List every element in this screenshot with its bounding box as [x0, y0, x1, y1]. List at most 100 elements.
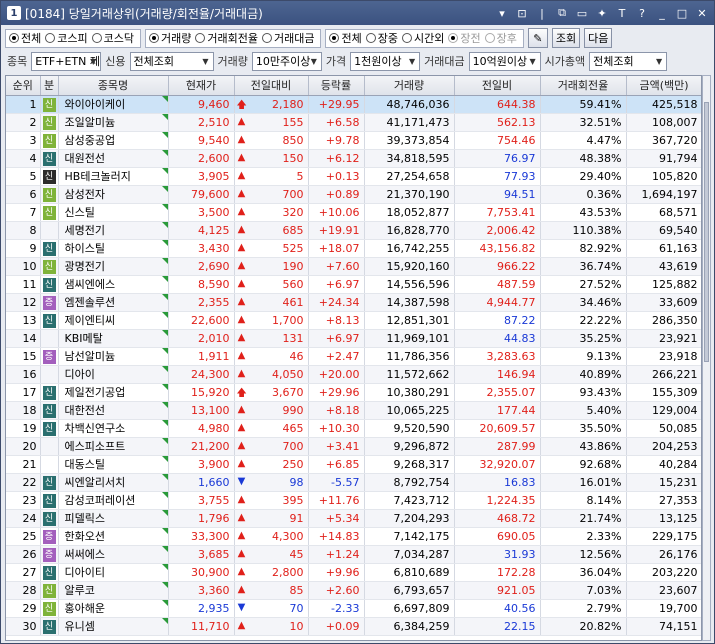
table-row[interactable]: 12 증 엠젠솔루션 2,355 ▲ 461 +24.34 14,387,598 4,944.7…: [6, 293, 701, 312]
table-row[interactable]: 21 대동스틸 3,900 ▲ 250 +6.85 9,268,317 32,920.07 92…: [6, 455, 701, 474]
table-row[interactable]: 11 신 샘씨엔에스 8,590 ▲ 560 +6.97 14,556,596 487.59 27…: [6, 275, 701, 294]
table-row[interactable]: 19 신 차백신연구소 4,980 ▲ 465 +10.30 9,520,590 20,609.…: [6, 419, 701, 438]
column-header[interactable]: 거래회전율: [540, 76, 627, 96]
mcap-select[interactable]: 전체조회 ▼: [589, 51, 668, 71]
column-header[interactable]: 전일대비: [234, 76, 309, 96]
bracket-icon[interactable]: |: [534, 5, 550, 21]
column-header[interactable]: 순위: [6, 76, 41, 96]
column-header[interactable]: 분: [40, 76, 59, 96]
stock-name-cell[interactable]: 신스틸: [58, 203, 169, 222]
stock-name-cell[interactable]: 홍아해운: [58, 599, 169, 618]
table-row[interactable]: 20 에스피소프트 21,200 ▲ 700 +3.41 9,296,872 287.99 43…: [6, 437, 701, 456]
stock-name-cell[interactable]: 디아이티: [58, 563, 169, 582]
table-row[interactable]: 17 신 제일전기공업 15,920 🡅 3,670 +29.96 10,380,291 2,3…: [6, 383, 701, 402]
table-row[interactable]: 10 신 광명전기 2,690 ▲ 190 +7.60 15,920,160 966.22 36.…: [6, 257, 701, 276]
scrollbar-thumb[interactable]: [704, 102, 709, 362]
title-bar[interactable]: 1 [0184] 당일거래상위(거래량/회전율/거래대금) ▾ ⊡ | ⧉ ▭ …: [1, 1, 714, 25]
table-row[interactable]: 22 신 씨엔알리서치 1,660 ▼ 98 -5.57 8,792,754 16.83 16.0…: [6, 473, 701, 492]
column-header[interactable]: 종목명: [58, 76, 169, 96]
stock-name-cell[interactable]: 에스피소프트: [58, 437, 169, 456]
session-radio-0[interactable]: 전체: [329, 30, 362, 46]
table-row[interactable]: 28 신 알루코 3,360 ▲ 85 +2.60 6,793,657 921.05 7.03% 2…: [6, 581, 701, 600]
stock-name-cell[interactable]: 남선알미늄: [58, 347, 169, 366]
stock-name-cell[interactable]: 차백신연구소: [58, 419, 169, 438]
pen-button[interactable]: ✎: [527, 28, 548, 48]
stock-name-cell[interactable]: 대원전선: [58, 149, 169, 168]
table-row[interactable]: 23 신 감성코퍼레이션 3,755 ▲ 395 +11.76 7,423,712 1,224.…: [6, 491, 701, 510]
stock-name-cell[interactable]: 알루코: [58, 581, 169, 600]
minimize-icon[interactable]: _: [654, 5, 670, 21]
query-button[interactable]: 조회: [551, 28, 581, 48]
stock-name-cell[interactable]: 피델릭스: [58, 509, 169, 528]
table-row[interactable]: 15 증 남선알미늄 1,911 ▲ 46 +2.47 11,786,356 3,283.63 9…: [6, 347, 701, 366]
market-radio-1[interactable]: 코스피: [45, 30, 88, 46]
table-row[interactable]: 25 증 한화오션 33,300 ▲ 4,300 +14.83 7,142,175 690.05…: [6, 527, 701, 546]
sort-radio-2[interactable]: 거래대금: [261, 30, 314, 46]
volume-select[interactable]: 10만주이상 ▼: [251, 51, 322, 71]
market-radio-2[interactable]: 코스닥: [91, 30, 134, 46]
help-icon[interactable]: ?: [634, 5, 650, 21]
link-icon[interactable]: ⧉: [554, 5, 570, 21]
column-header[interactable]: 전일비: [454, 76, 541, 96]
dropdown-icon[interactable]: ▾: [494, 5, 510, 21]
table-row[interactable]: 13 신 제이엔티씨 22,600 ▲ 1,700 +8.13 12,851,301 87.22…: [6, 311, 701, 330]
stock-name-cell[interactable]: 삼성중공업: [58, 131, 169, 150]
market-radio-0[interactable]: 전체: [9, 30, 41, 46]
stock-name-cell[interactable]: 광명전기: [58, 257, 169, 276]
vertical-scrollbar[interactable]: [702, 75, 711, 641]
stock-name-cell[interactable]: 써써에스: [58, 545, 169, 564]
table-row[interactable]: 16 디아이 24,300 ▲ 4,050 +20.00 11,572,662 146.94 4…: [6, 365, 701, 384]
table-row[interactable]: 8 세명전기 4,125 ▲ 685 +19.91 16,828,770 2,006.42 11…: [6, 221, 701, 240]
table-row[interactable]: 9 신 하이스틸 3,430 ▲ 525 +18.07 16,742,255 43,156.82…: [6, 239, 701, 258]
table-row[interactable]: 18 신 대한전선 13,100 ▲ 990 +8.18 10,065,225 177.44 5.…: [6, 401, 701, 420]
pin-icon[interactable]: ✦: [594, 5, 610, 21]
close-icon[interactable]: ✕: [694, 5, 710, 21]
stock-name-cell[interactable]: 조일알미늄: [58, 113, 169, 132]
stock-name-cell[interactable]: 샘씨엔에스: [58, 275, 169, 294]
stock-name-cell[interactable]: 하이스틸: [58, 239, 169, 258]
stock-name-cell[interactable]: 대한전선: [58, 401, 169, 420]
maximize-icon[interactable]: □: [674, 5, 690, 21]
table-row[interactable]: 14 KBI메탈 2,010 ▲ 131 +6.97 11,969,101 44.83 35.2…: [6, 329, 701, 348]
sort-radio-0[interactable]: 거래량: [149, 30, 191, 46]
stock-name-cell[interactable]: KBI메탈: [58, 329, 169, 348]
stock-type-select[interactable]: ETF+ETN 제 ▼: [31, 51, 102, 71]
next-button[interactable]: 다음: [584, 28, 613, 48]
table-row[interactable]: 24 신 피델릭스 1,796 ▲ 91 +5.34 7,204,293 468.72 21.74…: [6, 509, 701, 528]
table-row[interactable]: 30 신 유니셈 11,710 ▲ 10 +0.09 6,384,259 22.15 20.82%…: [6, 617, 701, 636]
session-radio-2[interactable]: 시간외: [401, 30, 444, 46]
window-icon[interactable]: ▭: [574, 5, 590, 21]
table-row[interactable]: 3 신 삼성중공업 9,540 ▲ 850 +9.78 39,373,854 754.46 4.4…: [6, 131, 701, 150]
stock-name-cell[interactable]: 감성코퍼레이션: [58, 491, 169, 510]
table-row[interactable]: 7 신 신스틸 3,500 ▲ 320 +10.06 18,052,877 7,753.41 43…: [6, 203, 701, 222]
session-radio-1[interactable]: 장중: [365, 30, 398, 46]
stock-name-cell[interactable]: 씨엔알리서치: [58, 473, 169, 492]
font-icon[interactable]: T: [614, 5, 630, 21]
column-header[interactable]: 금액(백만): [626, 76, 701, 96]
stock-name-cell[interactable]: 와이아이케이: [58, 95, 169, 114]
table-row[interactable]: 4 신 대원전선 2,600 ▲ 150 +6.12 34,818,595 76.97 48.38…: [6, 149, 701, 168]
table-row[interactable]: 29 신 홍아해운 2,935 ▼ 70 -2.33 6,697,809 40.56 2.79% 1…: [6, 599, 701, 618]
table-row[interactable]: 26 증 써써에스 3,685 ▲ 45 +1.24 7,034,287 31.93 12.56%…: [6, 545, 701, 564]
column-header[interactable]: 등락률: [308, 76, 365, 96]
stock-name-cell[interactable]: 제일전기공업: [58, 383, 169, 402]
stock-name-cell[interactable]: 디아이: [58, 365, 169, 384]
table-row[interactable]: 5 신 HB테크놀러지 3,905 ▲ 5 +0.13 27,254,658 77.93 29.4…: [6, 167, 701, 186]
column-header[interactable]: 거래량: [364, 76, 455, 96]
stock-name-cell[interactable]: 유니셈: [58, 617, 169, 636]
stock-name-cell[interactable]: 대동스틸: [58, 455, 169, 474]
table-row[interactable]: 1 신 와이아이케이 9,460 🡅 2,180 +29.95 48,746,036 644.3…: [6, 95, 701, 114]
table-row[interactable]: 2 신 조일알미늄 2,510 ▲ 155 +6.58 41,171,473 562.13 32.…: [6, 113, 701, 132]
price-select[interactable]: 1천원이상 ▼: [350, 51, 421, 71]
stock-name-cell[interactable]: 한화오션: [58, 527, 169, 546]
stock-name-cell[interactable]: 제이엔티씨: [58, 311, 169, 330]
stock-name-cell[interactable]: HB테크놀러지: [58, 167, 169, 186]
stock-name-cell[interactable]: 세명전기: [58, 221, 169, 240]
memo-icon[interactable]: ⊡: [514, 5, 530, 21]
sort-radio-1[interactable]: 거래회전율: [195, 30, 258, 46]
stock-name-cell[interactable]: 엠젠솔루션: [58, 293, 169, 312]
amount-select[interactable]: 10억원이상 ▼: [468, 51, 541, 71]
column-header[interactable]: 현재가: [168, 76, 235, 96]
credit-select[interactable]: 전체조회 ▼: [129, 51, 214, 71]
table-row[interactable]: 6 신 삼성전자 79,600 ▲ 700 +0.89 21,370,190 94.51 0.36…: [6, 185, 701, 204]
